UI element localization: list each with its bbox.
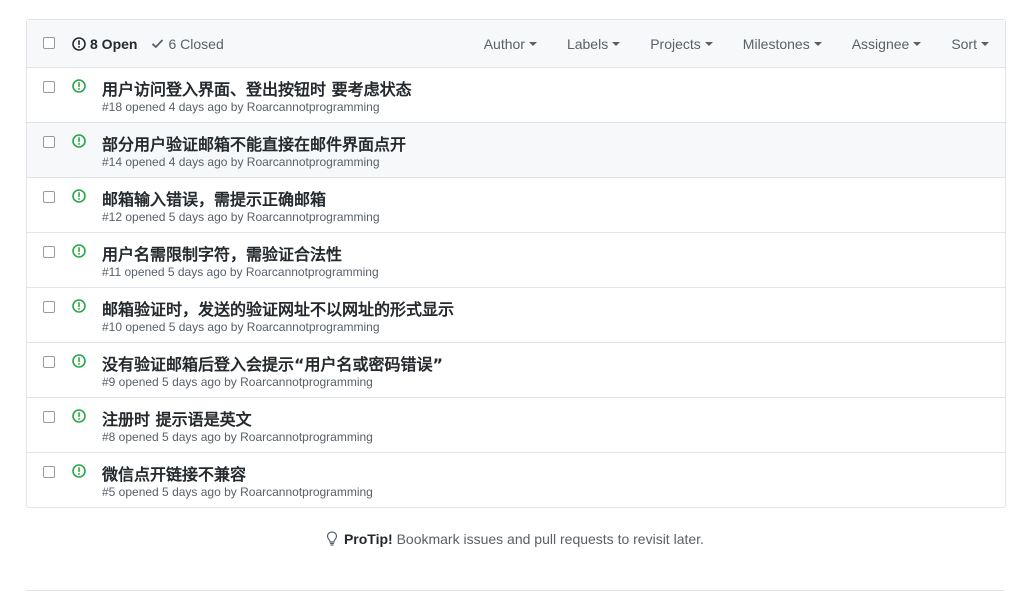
issue-meta: #8 opened 5 days ago by Roarcannotprogra… <box>102 430 373 444</box>
chevron-down-icon <box>981 42 989 46</box>
issue-opened-icon <box>72 299 86 313</box>
footer-divider <box>26 590 1004 591</box>
open-count-label: 8 Open <box>90 35 138 52</box>
sort-label: Sort <box>951 35 977 52</box>
issue-opened-icon <box>72 189 86 203</box>
issue-row[interactable]: 邮箱验证时，发送的验证网址不以网址的形式显示 #10 opened 5 days… <box>27 288 1005 343</box>
protip-text: Bookmark issues and pull requests to rev… <box>392 531 704 547</box>
closed-issues-link[interactable]: 6 Closed <box>151 35 224 52</box>
issue-state-toggles: 8 Open 6 Closed <box>72 20 224 67</box>
issue-checkbox[interactable] <box>43 81 55 93</box>
assignee-filter-label: Assignee <box>851 35 910 52</box>
issue-title-link[interactable]: 用户访问登入界面、登出按钮时 要考虑状态 <box>102 76 412 100</box>
issue-checkbox[interactable] <box>43 356 55 368</box>
milestones-filter-label: Milestones <box>742 35 810 52</box>
issues-list-header: 8 Open 6 Closed Author Labels Projects M… <box>27 20 1005 68</box>
issue-row[interactable]: 注册时 提示语是英文 #8 opened 5 days ago by Roarc… <box>27 398 1005 453</box>
chevron-down-icon <box>913 42 922 46</box>
issue-meta: #12 opened 5 days ago by Roarcannotprogr… <box>102 210 380 224</box>
issue-checkbox[interactable] <box>43 246 55 258</box>
protip: ProTip! Bookmark issues and pull request… <box>0 531 1030 547</box>
issue-checkbox[interactable] <box>43 301 55 313</box>
issue-title-link[interactable]: 用户名需限制字符，需验证合法性 <box>102 241 342 265</box>
issues-list-box: 8 Open 6 Closed Author Labels Projects M… <box>26 19 1006 508</box>
issue-opened-icon <box>72 409 86 423</box>
projects-filter-dropdown[interactable]: Projects <box>650 36 713 52</box>
issue-meta: #11 opened 5 days ago by Roarcannotprogr… <box>102 265 379 279</box>
sort-dropdown[interactable]: Sort <box>951 36 989 52</box>
issue-title-link[interactable]: 注册时 提示语是英文 <box>102 406 252 430</box>
author-filter-dropdown[interactable]: Author <box>484 36 537 52</box>
issue-checkbox[interactable] <box>43 136 55 148</box>
issue-title-link[interactable]: 部分用户验证邮箱不能直接在邮件界面点开 <box>102 131 406 155</box>
chevron-down-icon <box>528 42 537 46</box>
issue-checkbox[interactable] <box>43 466 55 478</box>
issue-checkbox[interactable] <box>43 411 55 423</box>
issue-opened-icon <box>72 134 86 148</box>
check-icon <box>152 39 164 49</box>
issue-meta: #9 opened 5 days ago by Roarcannotprogra… <box>102 375 373 389</box>
closed-count-label: 6 Closed <box>168 35 224 52</box>
chevron-down-icon <box>813 42 822 46</box>
issue-opened-icon <box>72 464 86 478</box>
milestones-filter-dropdown[interactable]: Milestones <box>743 36 822 52</box>
issue-row[interactable]: 部分用户验证邮箱不能直接在邮件界面点开 #14 opened 4 days ag… <box>27 123 1005 178</box>
issue-opened-icon <box>72 36 86 51</box>
issue-row[interactable]: 用户访问登入界面、登出按钮时 要考虑状态 #18 opened 4 days a… <box>27 68 1005 123</box>
issue-checkbox[interactable] <box>43 191 55 203</box>
issue-meta: #10 opened 5 days ago by Roarcannotprogr… <box>102 320 380 334</box>
issue-meta: #18 opened 4 days ago by Roarcannotprogr… <box>102 100 380 114</box>
issue-opened-icon <box>72 79 86 93</box>
issue-title-link[interactable]: 邮箱验证时，发送的验证网址不以网址的形式显示 <box>102 296 454 320</box>
issue-meta: #5 opened 5 days ago by Roarcannotprogra… <box>102 485 373 499</box>
issue-row[interactable]: 邮箱输入错误，需提示正确邮箱 #12 opened 5 days ago by … <box>27 178 1005 233</box>
chevron-down-icon <box>704 42 713 46</box>
issue-opened-icon <box>72 354 86 368</box>
select-all-checkbox[interactable] <box>43 37 55 49</box>
open-issues-link[interactable]: 8 Open <box>72 36 137 52</box>
issue-title-link[interactable]: 邮箱输入错误，需提示正确邮箱 <box>102 186 326 210</box>
light-bulb-icon <box>326 531 338 546</box>
chevron-down-icon <box>612 42 621 46</box>
assignee-filter-dropdown[interactable]: Assignee <box>852 36 922 52</box>
issue-row[interactable]: 微信点开链接不兼容 #5 opened 5 days ago by Roarca… <box>27 453 1005 507</box>
issue-row[interactable]: 用户名需限制字符，需验证合法性 #11 opened 5 days ago by… <box>27 233 1005 288</box>
issue-title-link[interactable]: 微信点开链接不兼容 <box>102 461 246 485</box>
issue-title-link[interactable]: 没有验证邮箱后登入会提示“用户名或密码错误” <box>102 351 443 375</box>
filter-menus: Author Labels Projects Milestones Assign… <box>484 20 989 67</box>
issue-row[interactable]: 没有验证邮箱后登入会提示“用户名或密码错误” #9 opened 5 days … <box>27 343 1005 398</box>
labels-filter-dropdown[interactable]: Labels <box>566 35 621 52</box>
protip-label: ProTip! <box>343 531 393 547</box>
issue-meta: #14 opened 4 days ago by Roarcannotprogr… <box>102 155 380 169</box>
issue-opened-icon <box>72 244 86 258</box>
projects-filter-label: Projects <box>650 35 701 52</box>
author-filter-label: Author <box>483 35 525 52</box>
labels-filter-label: Labels <box>566 35 609 52</box>
